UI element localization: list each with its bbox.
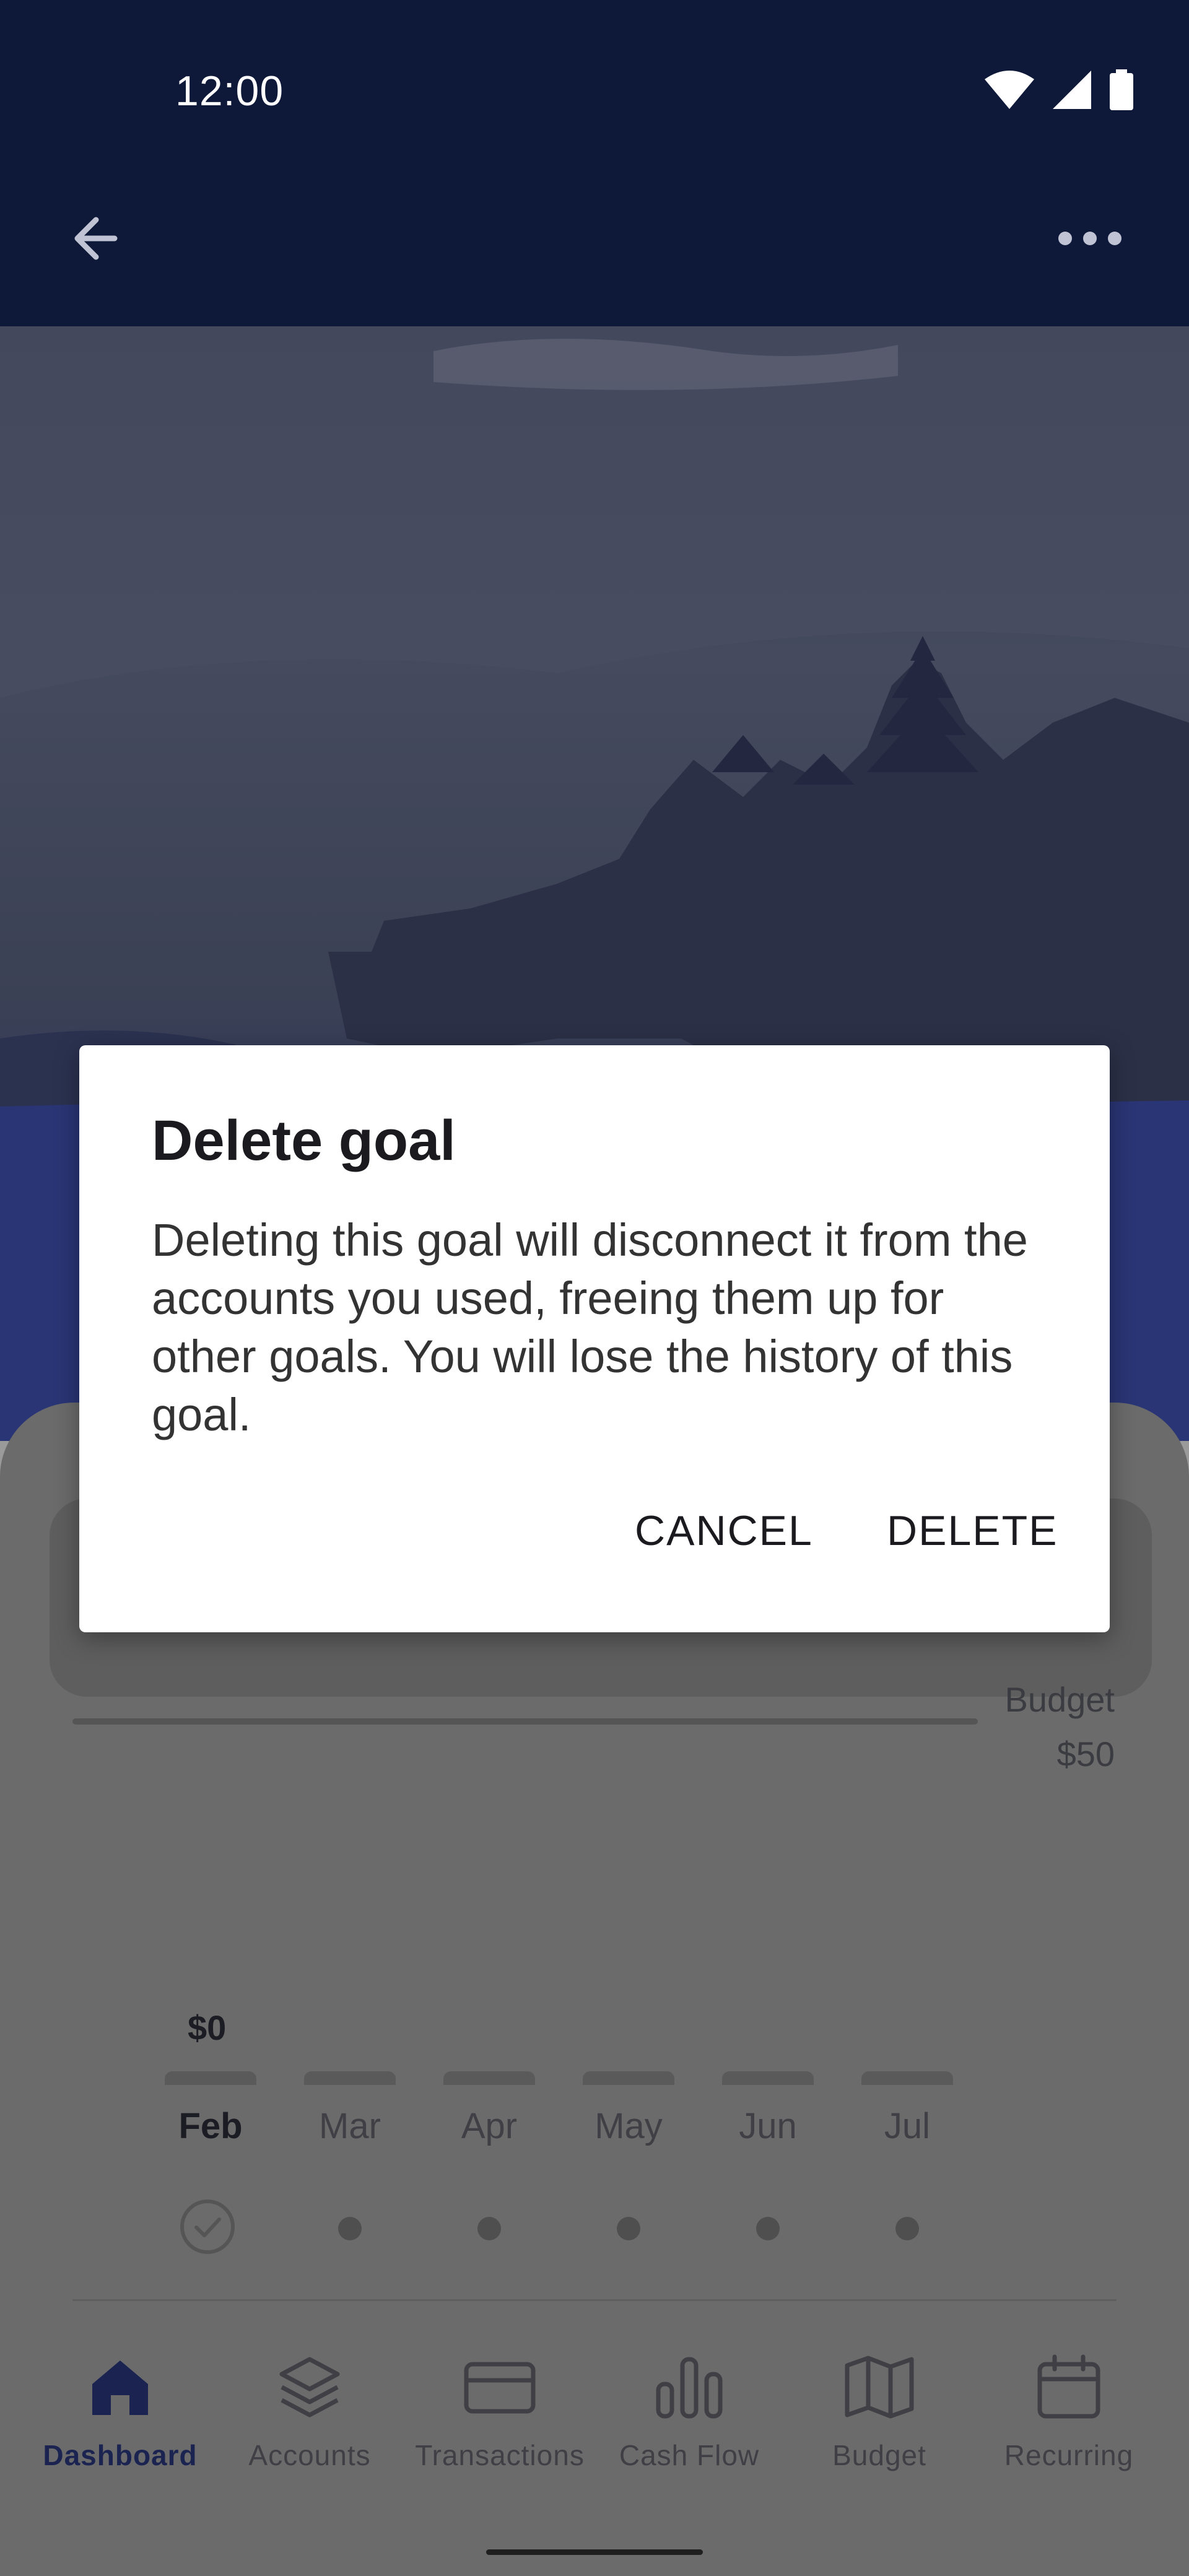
dialog-title: Delete goal	[152, 1109, 456, 1172]
delete-goal-dialog: Delete goal Deleting this goal will disc…	[79, 1045, 1110, 1632]
dialog-message: Deleting this goal will disconnect it fr…	[152, 1214, 1028, 1440]
cancel-button[interactable]: CANCEL	[635, 1507, 813, 1555]
delete-button[interactable]: DELETE	[887, 1507, 1058, 1555]
